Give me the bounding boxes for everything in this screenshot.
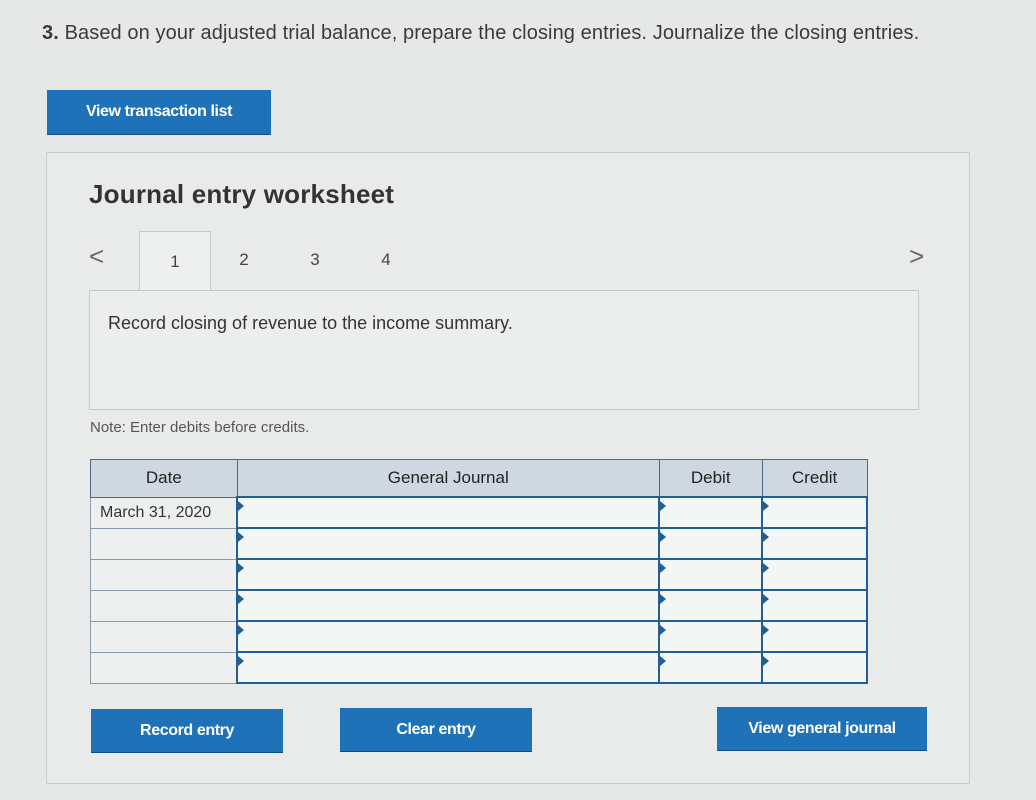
account-select[interactable] [236,527,661,560]
debits-note: Note: Enter debits before credits. [90,419,310,436]
credit-header: Credit [761,459,868,498]
view-general-journal-button[interactable]: View general journal [717,707,927,750]
dropdown-caret-icon [660,656,667,666]
entry-description-box: Record closing of revenue to the income … [89,290,919,410]
account-select[interactable] [236,651,661,684]
table-row [90,651,868,684]
credit-input[interactable] [761,651,868,684]
view-transaction-list-button[interactable]: View transaction list [47,90,271,134]
dropdown-caret-icon [763,594,770,604]
record-entry-button[interactable]: Record entry [91,709,283,752]
tab-2[interactable]: 2 [209,231,279,289]
date-cell[interactable] [90,589,238,622]
tab-1[interactable]: 1 [139,231,211,291]
dropdown-caret-icon [763,563,770,573]
dropdown-caret-icon [763,501,770,511]
date-cell[interactable] [90,651,238,684]
question-number: 3. [42,22,59,44]
account-select[interactable] [236,589,661,622]
table-row [90,589,868,622]
credit-input[interactable] [761,589,868,622]
date-cell[interactable] [90,558,238,591]
date-header: Date [90,459,238,498]
credit-input[interactable] [761,620,868,653]
dropdown-caret-icon [660,594,667,604]
entry-description: Record closing of revenue to the income … [108,313,513,333]
debit-input[interactable] [658,620,764,653]
dropdown-caret-icon [763,656,770,666]
journal-table: Date General Journal Debit Credit March … [90,459,868,684]
dropdown-caret-icon [238,532,245,542]
dropdown-caret-icon [238,563,245,573]
chevron-right-icon[interactable]: > [909,241,924,272]
debit-input[interactable] [658,589,764,622]
date-cell[interactable]: March 31, 2020 [90,496,238,529]
dropdown-caret-icon [238,625,245,635]
dropdown-caret-icon [660,563,667,573]
dropdown-caret-icon [660,532,667,542]
dropdown-caret-icon [238,501,245,511]
date-cell[interactable] [90,620,238,653]
account-select[interactable] [236,620,661,653]
table-row [90,620,868,653]
dropdown-caret-icon [763,532,770,542]
table-row: March 31, 2020 [90,496,868,529]
account-select[interactable] [236,496,661,529]
tab-4[interactable]: 4 [351,231,421,289]
dropdown-caret-icon [660,501,667,511]
credit-input[interactable] [761,527,868,560]
question-text: 3. Based on your adjusted trial balance,… [42,22,919,45]
clear-entry-button[interactable]: Clear entry [340,708,532,751]
debit-header: Debit [658,459,763,498]
dropdown-caret-icon [238,656,245,666]
credit-input[interactable] [761,558,868,591]
table-row [90,558,868,591]
credit-input[interactable] [761,496,868,529]
worksheet-title: Journal entry worksheet [89,179,395,209]
journal-entry-worksheet-panel: Journal entry worksheet < > 1 2 3 4 Reco… [46,152,970,784]
date-cell[interactable] [90,527,238,560]
debit-input[interactable] [658,558,764,591]
debit-input[interactable] [658,496,764,529]
debit-input[interactable] [658,527,764,560]
question-body: Based on your adjusted trial balance, pr… [64,22,920,44]
tab-3[interactable]: 3 [280,231,350,289]
dropdown-caret-icon [660,625,667,635]
dropdown-caret-icon [238,594,245,604]
dropdown-caret-icon [763,625,770,635]
table-row [90,527,868,560]
general-journal-header: General Journal [236,459,660,498]
account-select[interactable] [236,558,661,591]
debit-input[interactable] [658,651,764,684]
chevron-left-icon[interactable]: < [89,241,104,272]
journal-header-row: Date General Journal Debit Credit [90,459,868,498]
